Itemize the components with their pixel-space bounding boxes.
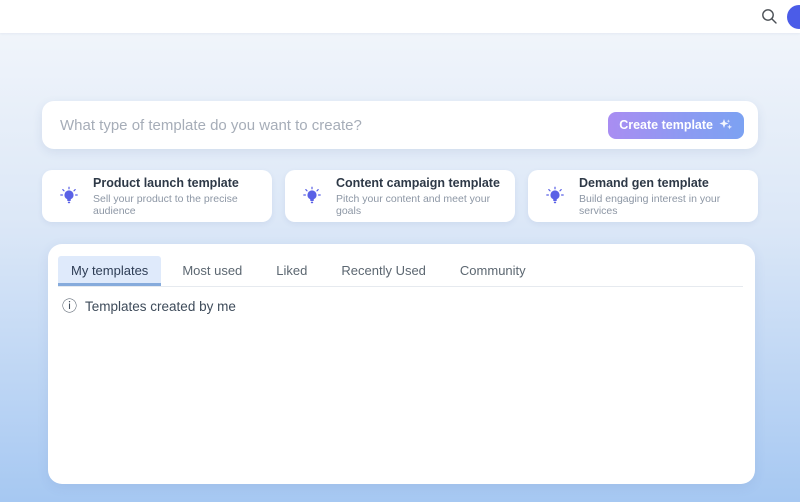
card-subtitle: Build engaging interest in your services: [579, 193, 758, 217]
templates-panel: My templates Most used Liked Recently Us…: [48, 244, 755, 484]
template-prompt-input[interactable]: [42, 101, 608, 149]
empty-state-row: ⓘ Templates created by me: [62, 299, 755, 314]
card-demand-gen-template[interactable]: Demand gen template Build engaging inter…: [528, 170, 758, 222]
templates-tabs: My templates Most used Liked Recently Us…: [58, 256, 743, 287]
empty-state-message: Templates created by me: [85, 299, 236, 314]
create-template-label: Create template: [619, 118, 713, 132]
card-content-campaign-template[interactable]: Content campaign template Pitch your con…: [285, 170, 515, 222]
template-prompt-bar: Create template: [42, 101, 758, 149]
avatar[interactable]: [787, 5, 800, 29]
card-title: Demand gen template: [579, 176, 758, 190]
tab-liked[interactable]: Liked: [263, 256, 320, 286]
lightbulb-icon: [544, 185, 566, 207]
lightbulb-icon: [301, 185, 323, 207]
top-bar: [0, 0, 800, 33]
lightbulb-icon: [58, 185, 80, 207]
sparkles-icon: [719, 118, 733, 132]
card-subtitle: Pitch your content and meet your goals: [336, 193, 515, 217]
card-subtitle: Sell your product to the precise audienc…: [93, 193, 272, 217]
card-product-launch-template[interactable]: Product launch template Sell your produc…: [42, 170, 272, 222]
template-suggestions: Product launch template Sell your produc…: [42, 170, 758, 222]
search-icon[interactable]: [761, 8, 778, 25]
tab-most-used[interactable]: Most used: [169, 256, 255, 286]
card-title: Product launch template: [93, 176, 272, 190]
tab-community[interactable]: Community: [447, 256, 539, 286]
tab-my-templates[interactable]: My templates: [58, 256, 161, 286]
card-title: Content campaign template: [336, 176, 515, 190]
info-icon: ⓘ: [62, 299, 77, 314]
create-template-button[interactable]: Create template: [608, 112, 744, 139]
tab-recently-used[interactable]: Recently Used: [328, 256, 439, 286]
